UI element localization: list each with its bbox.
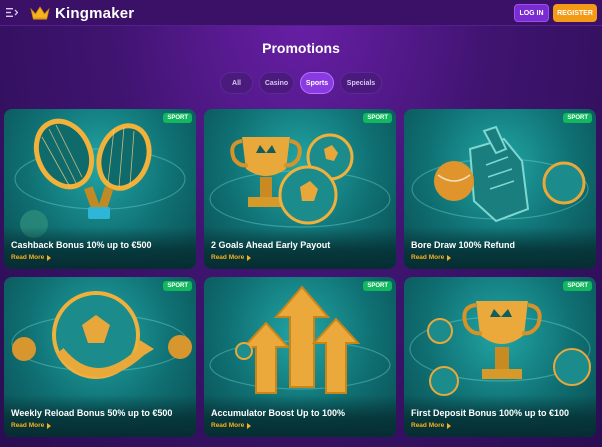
promo-card[interactable]: SPORT First Deposit Bonus 100% up to €10…: [404, 277, 596, 437]
read-more-label: Read More: [211, 422, 245, 429]
sport-badge: SPORT: [363, 281, 392, 291]
read-more-link[interactable]: Read More: [211, 254, 252, 261]
card-title: Accumulator Boost Up to 100%: [211, 408, 346, 418]
sport-badge: SPORT: [363, 113, 392, 123]
promo-card[interactable]: SPORT Accumulator Boost Up to 100% Read …: [204, 277, 396, 437]
brand-logo[interactable]: Kingmaker: [30, 4, 134, 22]
menu-icon[interactable]: [6, 7, 18, 18]
arrow-right-icon: [247, 254, 252, 261]
arrow-right-icon: [447, 254, 452, 261]
sport-badge: SPORT: [563, 281, 592, 291]
read-more-label: Read More: [11, 254, 45, 261]
arrow-right-icon: [47, 422, 52, 429]
promo-card[interactable]: SPORT 2 Goals Ahead Early Payout Read Mo…: [204, 109, 396, 269]
tab-specials[interactable]: Specials: [340, 72, 382, 94]
crown-icon: [30, 6, 50, 20]
register-button[interactable]: REGISTER: [553, 4, 597, 22]
promo-card[interactable]: SPORT Weekly Reload Bonus 50% up to €500…: [4, 277, 196, 437]
arrow-right-icon: [247, 422, 252, 429]
login-button[interactable]: LOG IN: [514, 4, 549, 22]
promo-card[interactable]: SPORT Cashback Bonus 10% up to €500 Read…: [4, 109, 196, 269]
arrow-right-icon: [447, 422, 452, 429]
tab-all[interactable]: All: [220, 72, 253, 94]
card-title: Cashback Bonus 10% up to €500: [11, 240, 152, 250]
page-title: Promotions: [262, 40, 340, 56]
read-more-link[interactable]: Read More: [11, 422, 52, 429]
tab-sports[interactable]: Sports: [300, 72, 334, 94]
read-more-label: Read More: [11, 422, 45, 429]
brand-name: Kingmaker: [55, 4, 135, 22]
arrow-right-icon: [47, 254, 52, 261]
read-more-label: Read More: [411, 254, 445, 261]
card-title: First Deposit Bonus 100% up to €100: [411, 408, 570, 418]
read-more-label: Read More: [411, 422, 445, 429]
sport-badge: SPORT: [563, 113, 592, 123]
sport-badge: SPORT: [163, 281, 192, 291]
card-title: 2 Goals Ahead Early Payout: [211, 240, 331, 250]
card-title: Bore Draw 100% Refund: [411, 240, 516, 250]
promo-tabs: All Casino Sports Specials: [220, 72, 382, 94]
read-more-link[interactable]: Read More: [11, 254, 52, 261]
sport-badge: SPORT: [163, 113, 192, 123]
promo-card[interactable]: SPORT Bore Draw 100% Refund Read More: [404, 109, 596, 269]
tab-casino[interactable]: Casino: [259, 72, 294, 94]
read-more-label: Read More: [211, 254, 245, 261]
read-more-link[interactable]: Read More: [411, 422, 452, 429]
card-title: Weekly Reload Bonus 50% up to €500: [11, 408, 173, 418]
read-more-link[interactable]: Read More: [411, 254, 452, 261]
top-bar: Kingmaker LOG IN REGISTER: [0, 0, 602, 26]
read-more-link[interactable]: Read More: [211, 422, 252, 429]
